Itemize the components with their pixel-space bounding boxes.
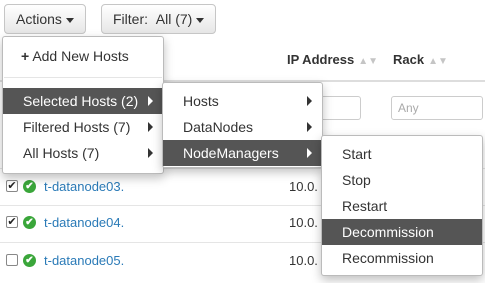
submenu-hosts-label: Hosts <box>183 93 219 109</box>
restart-item[interactable]: Restart <box>322 193 482 219</box>
ip-cell: 10.0. <box>289 215 318 230</box>
filter-label: Filter: <box>113 11 148 27</box>
ip-cell: 10.0. <box>289 179 318 194</box>
chevron-right-icon <box>307 122 312 132</box>
chevron-right-icon <box>148 122 153 132</box>
submenu-hosts-item[interactable]: Hosts <box>163 88 322 114</box>
actions-menu: + Add New Hosts Selected Hosts (2) Filte… <box>2 36 164 174</box>
actions-button-label: Actions <box>16 11 62 27</box>
caret-down-icon <box>196 17 205 23</box>
stop-label: Stop <box>342 172 371 188</box>
add-new-hosts-item[interactable]: + Add New Hosts <box>3 43 163 69</box>
all-hosts-item[interactable]: All Hosts (7) <box>3 140 163 166</box>
submenu-nodemanagers-label: NodeManagers <box>183 145 279 161</box>
row-checkbox[interactable]: ✔ <box>6 180 18 192</box>
filtered-hosts-label: Filtered Hosts (7) <box>23 119 131 135</box>
row-checkbox[interactable]: ✔ <box>6 216 18 228</box>
ip-cell: 10.0. <box>289 253 318 268</box>
all-hosts-label: All Hosts (7) <box>23 145 100 161</box>
sort-icon: ▲▼ <box>358 56 378 67</box>
submenu-datanodes-item[interactable]: DataNodes <box>163 114 322 140</box>
start-label: Start <box>342 146 372 162</box>
add-new-hosts-label: Add New Hosts <box>32 48 129 64</box>
decommission-item[interactable]: Decommission <box>322 219 482 245</box>
start-item[interactable]: Start <box>322 141 482 167</box>
host-link[interactable]: t-datanode03. <box>44 179 124 194</box>
status-ok-icon: ✔ <box>23 254 36 267</box>
status-ok-icon: ✔ <box>23 180 36 193</box>
chevron-right-icon <box>148 96 153 106</box>
rack-header[interactable]: Rack ▲▼ <box>393 52 448 67</box>
selected-hosts-label: Selected Hosts (2) <box>23 93 139 109</box>
rack-header-label: Rack <box>393 52 425 67</box>
rack-filter-input[interactable]: Any <box>391 96 483 120</box>
recommission-label: Recommission <box>342 250 434 266</box>
sort-icon: ▲▼ <box>428 56 448 67</box>
recommission-item[interactable]: Recommission <box>322 245 482 271</box>
plus-icon: + <box>21 48 30 64</box>
filtered-hosts-item[interactable]: Filtered Hosts (7) <box>3 114 163 140</box>
chevron-right-icon <box>148 148 153 158</box>
selected-hosts-submenu: Hosts DataNodes NodeManagers <box>162 82 323 168</box>
menu-divider <box>4 77 162 78</box>
chevron-right-icon <box>307 96 312 106</box>
stop-item[interactable]: Stop <box>322 167 482 193</box>
row-checkbox[interactable] <box>6 254 18 266</box>
host-link[interactable]: t-datanode05. <box>44 253 124 268</box>
nodemanagers-submenu: Start Stop Restart Decommission Recommis… <box>321 135 483 276</box>
ip-address-header-label: IP Address <box>287 52 355 67</box>
ip-address-header[interactable]: IP Address ▲▼ <box>287 52 378 67</box>
caret-down-icon <box>65 17 74 23</box>
decommission-label: Decommission <box>342 224 434 240</box>
filter-value: All (7) <box>155 11 193 27</box>
restart-label: Restart <box>342 198 388 214</box>
filter-button[interactable]: Filter: All (7) <box>101 4 217 34</box>
actions-button[interactable]: Actions <box>4 4 86 34</box>
rack-filter-placeholder: Any <box>398 101 419 115</box>
status-ok-icon: ✔ <box>23 216 36 229</box>
submenu-datanodes-label: DataNodes <box>183 119 254 135</box>
chevron-right-icon <box>307 148 312 158</box>
submenu-nodemanagers-item[interactable]: NodeManagers <box>163 140 322 166</box>
selected-hosts-item[interactable]: Selected Hosts (2) <box>3 88 163 114</box>
host-link[interactable]: t-datanode04. <box>44 215 124 230</box>
